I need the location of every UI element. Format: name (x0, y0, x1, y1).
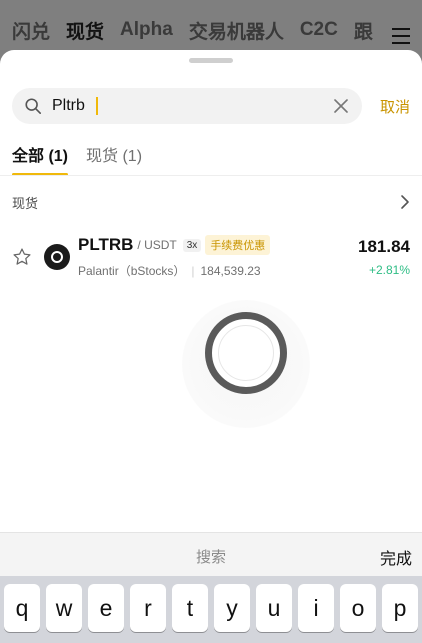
keyboard-accessory-bar: 搜索 完成 (0, 532, 422, 576)
loading-spinner (205, 312, 287, 394)
result-price-block: 181.84 +2.81% (358, 237, 410, 277)
search-box[interactable] (12, 88, 362, 124)
nav-tab-alpha[interactable]: Alpha (120, 19, 173, 41)
cancel-button[interactable]: 取消 (380, 96, 410, 117)
menu-icon[interactable] (390, 28, 412, 46)
result-price: 181.84 (358, 237, 410, 256)
search-input[interactable] (52, 88, 282, 124)
key-u[interactable]: u (256, 584, 292, 632)
section-header-spot[interactable]: 现货 (12, 190, 410, 214)
key-y[interactable]: y (214, 584, 250, 632)
result-quote: / USDT (137, 238, 177, 252)
clear-icon[interactable] (334, 99, 348, 113)
chevron-right-icon (401, 195, 409, 209)
leverage-badge: 3x (182, 238, 202, 252)
result-volume: 184,539.23 (200, 264, 261, 278)
key-t[interactable]: t (172, 584, 208, 632)
key-w[interactable]: w (46, 584, 82, 632)
key-r[interactable]: r (130, 584, 166, 632)
key-p[interactable]: p (382, 584, 418, 632)
nav-tab-copy[interactable]: 跟 (354, 17, 373, 44)
result-separator: | (191, 264, 195, 278)
result-main: PLTRB / USDT 3x 手续费优惠 Palantir（bStocks） |… (78, 235, 358, 279)
coin-icon (44, 244, 70, 270)
search-icon (25, 98, 42, 115)
result-row-pltrb[interactable]: PLTRB / USDT 3x 手续费优惠 Palantir（bStocks） |… (12, 234, 410, 280)
filter-tabs: 全部 (1) 现货 (1) (12, 142, 142, 176)
key-o[interactable]: o (340, 584, 376, 632)
key-q[interactable]: q (4, 584, 40, 632)
key-i[interactable]: i (298, 584, 334, 632)
nav-tab-trading-bot[interactable]: 交易机器人 (189, 17, 284, 44)
keyboard-search-label: 搜索 (195, 549, 226, 566)
result-name: Palantir（bStocks） (78, 264, 186, 278)
text-caret (96, 97, 98, 115)
key-e[interactable]: e (88, 584, 124, 632)
done-button[interactable]: 完成 (380, 545, 412, 569)
tab-spot[interactable]: 现货 (1) (86, 142, 142, 176)
fee-discount-badge: 手续费优惠 (205, 235, 271, 255)
sheet-grabber[interactable] (189, 58, 233, 63)
nav-tab-c2c[interactable]: C2C (300, 19, 338, 41)
section-title: 现货 (12, 195, 39, 211)
result-symbol: PLTRB (78, 235, 134, 254)
result-change: +2.81% (368, 263, 410, 277)
nav-tab-spot[interactable]: 现货 (66, 17, 104, 44)
star-icon[interactable] (12, 247, 32, 267)
search-row: 取消 (12, 88, 410, 124)
nav-tab-flash-swap[interactable]: 闪兑 (12, 17, 50, 44)
tabs-divider (0, 175, 422, 176)
on-screen-keyboard: q w e r t y u i o p (0, 576, 422, 643)
tab-all[interactable]: 全部 (1) (12, 142, 69, 176)
